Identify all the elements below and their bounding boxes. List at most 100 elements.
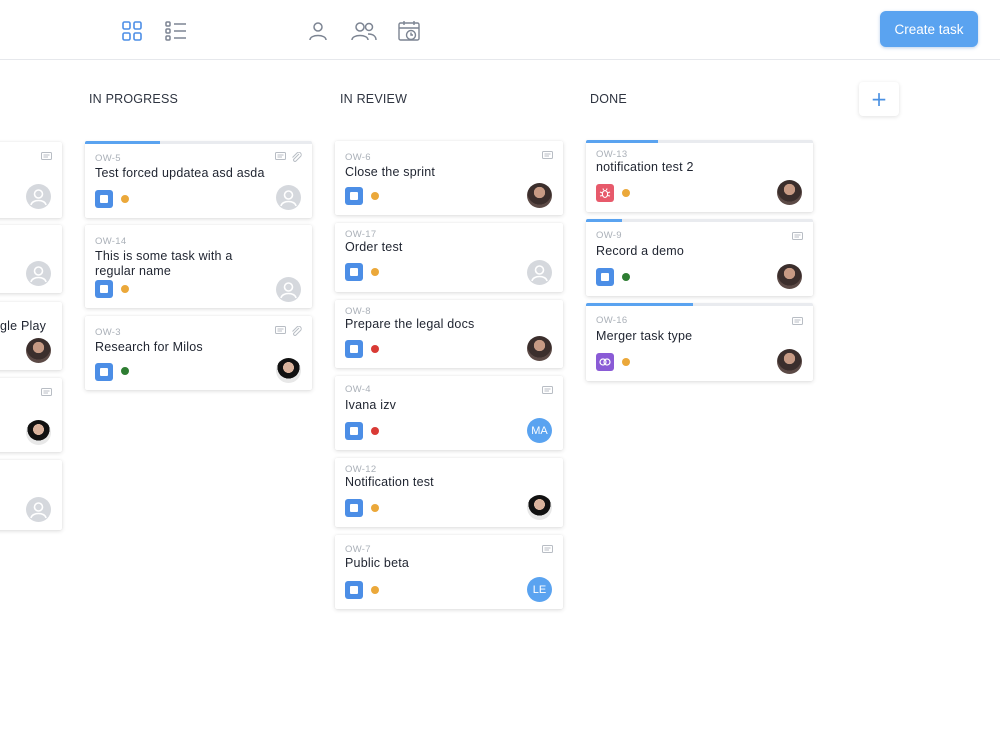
task-key: OW-12 — [345, 464, 377, 475]
priority-medium-icon — [121, 285, 129, 293]
task-card[interactable]: OW-17 Order test — [335, 223, 563, 292]
column-title-in-progress: IN PROGRESS — [89, 92, 179, 106]
team-icon[interactable] — [350, 19, 378, 43]
comment-icon — [41, 152, 52, 160]
task-type-icon — [95, 280, 113, 298]
task-title: This is some task with a regular name — [95, 249, 233, 278]
bug-type-icon — [596, 184, 614, 202]
avatar — [777, 349, 802, 374]
task-title: Merger task type — [596, 329, 693, 343]
progress-bar — [586, 219, 622, 222]
task-key: OW-7 — [345, 544, 371, 555]
task-card[interactable]: OW-14 This is some task with a regular n… — [85, 225, 312, 308]
task-key: OW-5 — [95, 153, 121, 164]
comment-icon — [542, 151, 553, 159]
task-card[interactable]: OW-4 Ivana izv MA — [335, 376, 563, 450]
task-key: OW-13 — [596, 149, 628, 160]
top-bar: Create task — [0, 0, 1000, 60]
task-type-icon — [345, 499, 363, 517]
priority-medium-icon — [121, 195, 129, 203]
avatar — [276, 277, 301, 302]
priority-medium-icon — [622, 189, 630, 197]
comment-icon — [792, 232, 803, 240]
task-card[interactable]: OW-12 Notification test — [335, 458, 563, 527]
priority-high-icon — [371, 427, 379, 435]
task-title: Prepare the legal docs — [345, 317, 475, 331]
task-title: gle Play — [0, 319, 47, 333]
calendar-clock-icon[interactable] — [397, 19, 421, 43]
avatar — [527, 260, 552, 285]
comment-icon — [41, 388, 52, 396]
avatar: MA — [527, 418, 552, 443]
priority-medium-icon — [371, 192, 379, 200]
progress-bar — [85, 141, 160, 144]
column-title-done: DONE — [590, 92, 627, 106]
task-key: OW-8 — [345, 306, 371, 317]
task-type-icon — [95, 363, 113, 381]
priority-medium-icon — [371, 268, 379, 276]
priority-medium-icon — [371, 504, 379, 512]
task-type-icon — [95, 190, 113, 208]
create-task-button[interactable]: Create task — [880, 11, 978, 47]
avatar — [26, 184, 51, 209]
task-key: OW-9 — [596, 230, 622, 241]
comment-icon — [542, 386, 553, 394]
column-title-in-review: IN REVIEW — [340, 92, 408, 106]
task-title: Ivana izv — [345, 398, 397, 412]
task-type-icon — [596, 268, 614, 286]
task-card[interactable]: OW-16 Merger task type — [586, 303, 813, 381]
task-card[interactable]: OW-13 notification test 2 — [586, 140, 813, 212]
progress-bar — [586, 140, 658, 143]
task-type-icon — [345, 340, 363, 358]
task-card[interactable]: OW-8 Prepare the legal docs — [335, 300, 563, 368]
task-title: Close the sprint — [345, 165, 436, 179]
task-type-icon — [345, 263, 363, 281]
task-key: OW-6 — [345, 152, 371, 163]
avatar — [777, 180, 802, 205]
task-key: OW-16 — [596, 315, 628, 326]
task-key: OW-14 — [95, 236, 127, 247]
progress-bar — [586, 303, 693, 306]
priority-medium-icon — [622, 358, 630, 366]
comment-icon — [542, 545, 553, 553]
comment-icon — [792, 317, 803, 325]
task-title: Public beta — [345, 556, 410, 570]
task-card[interactable]: gle Play — [0, 302, 62, 370]
avatar — [527, 495, 552, 520]
merge-type-icon — [596, 353, 614, 371]
task-card[interactable]: OW-6 Close the sprint — [335, 141, 563, 215]
add-column-button[interactable]: + — [859, 82, 899, 116]
task-card[interactable]: OW-3 Research for Milos — [85, 316, 312, 390]
priority-low-icon — [622, 273, 630, 281]
task-card[interactable] — [0, 460, 62, 530]
avatar — [527, 183, 552, 208]
task-type-icon — [345, 422, 363, 440]
task-type-icon — [345, 581, 363, 599]
task-card[interactable] — [0, 142, 62, 218]
avatar — [26, 497, 51, 522]
task-title: Record a demo — [596, 244, 685, 258]
board-view-icon[interactable] — [120, 19, 144, 43]
task-title: Test forced updatea asd asda — [95, 166, 265, 180]
task-type-icon — [345, 187, 363, 205]
avatar: LE — [527, 577, 552, 602]
priority-high-icon — [371, 345, 379, 353]
task-key: OW-3 — [95, 327, 121, 338]
task-title: Notification test — [345, 475, 434, 489]
task-card[interactable]: OW-9 Record a demo — [586, 219, 813, 296]
avatar — [527, 336, 552, 361]
task-card[interactable] — [0, 378, 62, 452]
priority-low-icon — [121, 367, 129, 375]
task-card[interactable]: OW-5 Test forced updatea asd asda — [85, 141, 312, 218]
task-card[interactable]: OW-7 Public beta LE — [335, 535, 563, 609]
task-title: Research for Milos — [95, 340, 203, 354]
user-icon[interactable] — [306, 19, 330, 43]
comment-icon — [275, 326, 286, 334]
task-key: OW-4 — [345, 384, 371, 395]
avatar — [26, 420, 51, 445]
attachment-icon — [292, 326, 302, 336]
task-card[interactable] — [0, 225, 62, 293]
attachment-icon — [292, 152, 302, 162]
task-title: notification test 2 — [596, 160, 694, 174]
list-view-icon[interactable] — [164, 19, 188, 43]
